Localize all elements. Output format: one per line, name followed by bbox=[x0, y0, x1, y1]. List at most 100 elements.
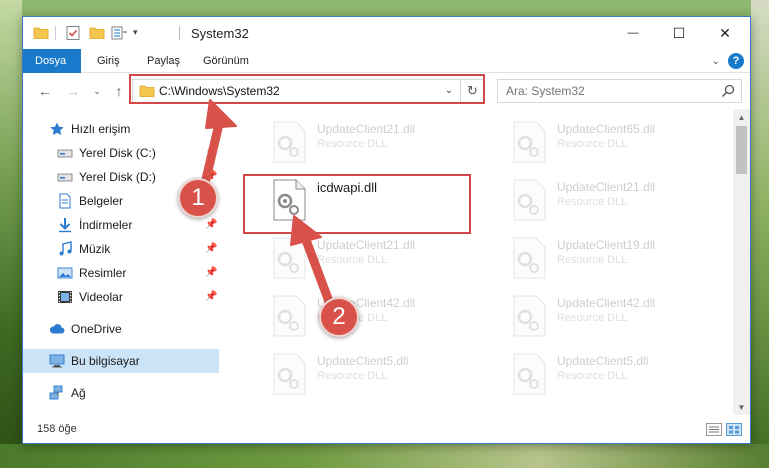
star-icon bbox=[50, 122, 64, 135]
sidebar-item-label: Belgeler bbox=[79, 194, 124, 208]
minimize-button[interactable]: — bbox=[610, 17, 656, 49]
vertical-scrollbar[interactable]: ▲ ▼ bbox=[733, 109, 750, 416]
scroll-down-icon[interactable]: ▼ bbox=[733, 399, 750, 416]
sidebar-item-label: Videolar bbox=[79, 290, 123, 304]
back-icon[interactable]: ← bbox=[37, 83, 53, 99]
cloud-icon bbox=[49, 324, 65, 334]
sidebar-item-label: Resimler bbox=[79, 266, 127, 280]
help-icon[interactable]: ? bbox=[728, 53, 744, 69]
sidebar-item-ag[interactable]: Ağ bbox=[23, 381, 219, 405]
sidebar-item-resimler[interactable]: Resimler 📌 bbox=[23, 261, 219, 285]
callout-2: 2 bbox=[319, 297, 359, 337]
file-highlight bbox=[243, 174, 471, 234]
file-item[interactable]: UpdateClient21.dll Resource DLL bbox=[505, 171, 735, 227]
dll-file-icon bbox=[513, 295, 546, 337]
drive-icon bbox=[57, 173, 73, 182]
file-item[interactable]: UpdateClient65.dll Resource DLL bbox=[505, 113, 735, 169]
search-input[interactable] bbox=[506, 83, 706, 99]
properties-icon[interactable] bbox=[65, 25, 81, 41]
recent-locations-icon[interactable]: ⌄ bbox=[89, 83, 105, 99]
file-type: Resource DLL bbox=[317, 370, 388, 382]
network-icon bbox=[49, 385, 63, 400]
status-bar: 158 öğe bbox=[23, 415, 750, 443]
pin-icon: 📌 bbox=[205, 147, 218, 158]
maximize-button[interactable]: ☐ bbox=[656, 17, 702, 49]
file-item[interactable]: UpdateClient21.dll Resource DLL bbox=[265, 229, 495, 285]
sidebar-item-indirmeler[interactable]: İndirmeler 📌 bbox=[23, 213, 219, 237]
up-icon[interactable]: ↑ bbox=[111, 83, 127, 99]
file-type: Resource DLL bbox=[557, 312, 628, 324]
file-name: UpdateClient19.dll bbox=[557, 238, 656, 252]
computer-icon bbox=[49, 354, 65, 368]
address-bar-highlight bbox=[129, 74, 485, 104]
forward-icon[interactable]: → bbox=[65, 83, 81, 99]
dll-file-icon bbox=[273, 353, 306, 395]
navigation-pane: Hızlı erişim Yerel Disk (C:) 📌 Yerel Dis… bbox=[23, 109, 219, 416]
file-item[interactable]: UpdateClient5.dll Resource DLL bbox=[505, 345, 735, 401]
file-item[interactable]: UpdateClient42.dll Resource DLL bbox=[265, 287, 495, 343]
dll-file-icon bbox=[273, 121, 306, 163]
file-item[interactable]: UpdateClient5.dll Resource DLL bbox=[265, 345, 495, 401]
file-type: Resource DLL bbox=[317, 254, 388, 266]
tab-gorunum[interactable]: Görünüm bbox=[191, 49, 261, 73]
close-button[interactable]: ✕ bbox=[702, 17, 748, 49]
dll-file-icon bbox=[513, 179, 546, 221]
sidebar-item-label: Bu bilgisayar bbox=[71, 354, 140, 368]
sidebar-item-label: OneDrive bbox=[71, 322, 122, 336]
dll-file-icon bbox=[273, 295, 306, 337]
sidebar-item-label: Hızlı erişim bbox=[71, 122, 131, 136]
dll-file-icon bbox=[513, 353, 546, 395]
picture-icon bbox=[57, 267, 73, 279]
file-name: UpdateClient21.dll bbox=[557, 180, 656, 194]
expand-ribbon-icon[interactable]: ⌄ bbox=[712, 56, 720, 67]
pin-icon: 📌 bbox=[205, 291, 218, 302]
dll-file-icon bbox=[513, 237, 546, 279]
sidebar-item-yerel-disk-c[interactable]: Yerel Disk (C:) 📌 bbox=[23, 141, 219, 165]
file-name: UpdateClient5.dll bbox=[557, 354, 649, 368]
details-view-icon[interactable] bbox=[706, 423, 722, 436]
pin-icon: 📌 bbox=[205, 243, 218, 254]
sidebar-item-hizli-erisim[interactable]: Hızlı erişim bbox=[23, 117, 219, 141]
file-name: UpdateClient21.dll bbox=[317, 238, 416, 252]
pin-icon: 📌 bbox=[205, 219, 218, 230]
tab-paylas[interactable]: Paylaş bbox=[135, 49, 192, 73]
file-name: UpdateClient5.dll bbox=[317, 354, 409, 368]
scroll-up-icon[interactable]: ▲ bbox=[733, 109, 750, 126]
file-name: UpdateClient42.dll bbox=[557, 296, 656, 310]
search-box[interactable] bbox=[497, 79, 742, 103]
file-name: UpdateClient65.dll bbox=[557, 122, 656, 136]
quick-access-dropdown-icon[interactable]: ▾ bbox=[133, 27, 138, 38]
maximize-icon: ☐ bbox=[672, 24, 686, 41]
customize-icon[interactable] bbox=[111, 25, 127, 41]
sidebar-item-onedrive[interactable]: OneDrive bbox=[23, 317, 219, 341]
sidebar-item-videolar[interactable]: Videolar 📌 bbox=[23, 285, 219, 309]
dll-file-icon bbox=[513, 121, 546, 163]
download-icon bbox=[59, 218, 71, 233]
sidebar-item-muzik[interactable]: Müzik 📌 bbox=[23, 237, 219, 261]
file-item[interactable]: UpdateClient19.dll Resource DLL bbox=[505, 229, 735, 285]
file-type: Resource DLL bbox=[317, 138, 388, 150]
desktop-background-bottom bbox=[0, 444, 769, 468]
window-title: System32 bbox=[191, 26, 249, 41]
title-separator bbox=[179, 26, 180, 40]
desktop-background-left bbox=[0, 0, 22, 468]
sidebar-item-label: Yerel Disk (C:) bbox=[79, 146, 156, 160]
sidebar-item-label: Ağ bbox=[71, 386, 86, 400]
file-item[interactable]: UpdateClient21.dll Resource DLL bbox=[265, 113, 495, 169]
close-icon: ✕ bbox=[719, 24, 731, 41]
music-icon bbox=[59, 241, 72, 256]
new-folder-icon[interactable] bbox=[89, 25, 105, 41]
scroll-thumb[interactable] bbox=[736, 126, 747, 174]
title-bar: ▾ System32 — ☐ ✕ bbox=[23, 17, 750, 49]
file-type: Resource DLL bbox=[557, 196, 628, 208]
sidebar-item-bu-bilgisayar[interactable]: Bu bilgisayar bbox=[23, 349, 219, 373]
minimize-icon: — bbox=[627, 27, 639, 39]
tab-giris[interactable]: Giriş bbox=[85, 49, 132, 73]
tab-dosya[interactable]: Dosya bbox=[23, 49, 81, 73]
tiles-view-icon[interactable] bbox=[726, 423, 742, 436]
pin-icon: 📌 bbox=[205, 267, 218, 278]
sidebar-item-label: İndirmeler bbox=[79, 218, 133, 232]
video-icon bbox=[58, 291, 72, 303]
callout-1: 1 bbox=[178, 178, 218, 218]
file-item[interactable]: UpdateClient42.dll Resource DLL bbox=[505, 287, 735, 343]
